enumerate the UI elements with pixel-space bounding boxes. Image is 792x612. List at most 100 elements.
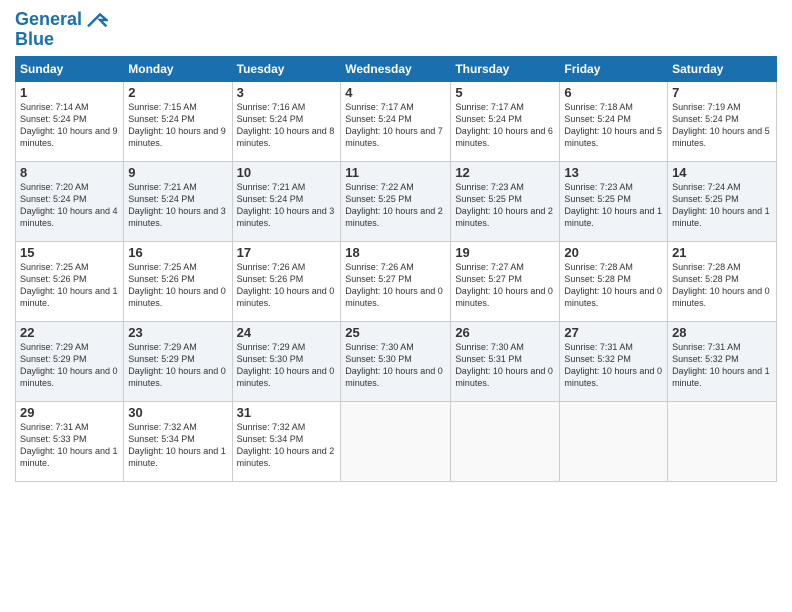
calendar-cell: 24 Sunrise: 7:29 AMSunset: 5:30 PMDaylig…	[232, 321, 341, 401]
calendar-week-1: 1 Sunrise: 7:14 AMSunset: 5:24 PMDayligh…	[16, 81, 777, 161]
day-info: Sunrise: 7:19 AMSunset: 5:24 PMDaylight:…	[672, 102, 770, 148]
day-info: Sunrise: 7:23 AMSunset: 5:25 PMDaylight:…	[455, 182, 553, 228]
calendar-cell: 30 Sunrise: 7:32 AMSunset: 5:34 PMDaylig…	[124, 401, 232, 481]
calendar-week-4: 22 Sunrise: 7:29 AMSunset: 5:29 PMDaylig…	[16, 321, 777, 401]
calendar-cell	[668, 401, 777, 481]
day-info: Sunrise: 7:30 AMSunset: 5:31 PMDaylight:…	[455, 342, 553, 388]
calendar-cell: 28 Sunrise: 7:31 AMSunset: 5:32 PMDaylig…	[668, 321, 777, 401]
calendar-cell: 14 Sunrise: 7:24 AMSunset: 5:25 PMDaylig…	[668, 161, 777, 241]
day-info: Sunrise: 7:31 AMSunset: 5:32 PMDaylight:…	[564, 342, 662, 388]
day-number: 1	[20, 85, 119, 100]
day-info: Sunrise: 7:31 AMSunset: 5:33 PMDaylight:…	[20, 422, 118, 468]
day-number: 6	[564, 85, 663, 100]
calendar-cell: 22 Sunrise: 7:29 AMSunset: 5:29 PMDaylig…	[16, 321, 124, 401]
day-info: Sunrise: 7:29 AMSunset: 5:30 PMDaylight:…	[237, 342, 335, 388]
calendar-cell: 27 Sunrise: 7:31 AMSunset: 5:32 PMDaylig…	[560, 321, 668, 401]
day-number: 2	[128, 85, 227, 100]
day-number: 18	[345, 245, 446, 260]
calendar-table: SundayMondayTuesdayWednesdayThursdayFrid…	[15, 56, 777, 482]
day-number: 21	[672, 245, 772, 260]
day-number: 24	[237, 325, 337, 340]
day-info: Sunrise: 7:29 AMSunset: 5:29 PMDaylight:…	[20, 342, 118, 388]
day-info: Sunrise: 7:21 AMSunset: 5:24 PMDaylight:…	[128, 182, 226, 228]
calendar-cell: 3 Sunrise: 7:16 AMSunset: 5:24 PMDayligh…	[232, 81, 341, 161]
header-tuesday: Tuesday	[232, 56, 341, 81]
day-info: Sunrise: 7:14 AMSunset: 5:24 PMDaylight:…	[20, 102, 118, 148]
day-number: 17	[237, 245, 337, 260]
header: General Blue	[15, 10, 777, 50]
day-info: Sunrise: 7:21 AMSunset: 5:24 PMDaylight:…	[237, 182, 335, 228]
day-number: 3	[237, 85, 337, 100]
day-number: 11	[345, 165, 446, 180]
day-info: Sunrise: 7:17 AMSunset: 5:24 PMDaylight:…	[455, 102, 553, 148]
day-info: Sunrise: 7:26 AMSunset: 5:26 PMDaylight:…	[237, 262, 335, 308]
calendar-cell: 4 Sunrise: 7:17 AMSunset: 5:24 PMDayligh…	[341, 81, 451, 161]
calendar-week-5: 29 Sunrise: 7:31 AMSunset: 5:33 PMDaylig…	[16, 401, 777, 481]
header-monday: Monday	[124, 56, 232, 81]
day-number: 16	[128, 245, 227, 260]
calendar-cell	[560, 401, 668, 481]
day-number: 8	[20, 165, 119, 180]
day-info: Sunrise: 7:25 AMSunset: 5:26 PMDaylight:…	[20, 262, 118, 308]
calendar-cell: 5 Sunrise: 7:17 AMSunset: 5:24 PMDayligh…	[451, 81, 560, 161]
calendar-cell: 13 Sunrise: 7:23 AMSunset: 5:25 PMDaylig…	[560, 161, 668, 241]
calendar-cell: 19 Sunrise: 7:27 AMSunset: 5:27 PMDaylig…	[451, 241, 560, 321]
day-number: 29	[20, 405, 119, 420]
calendar-cell: 15 Sunrise: 7:25 AMSunset: 5:26 PMDaylig…	[16, 241, 124, 321]
calendar-cell: 18 Sunrise: 7:26 AMSunset: 5:27 PMDaylig…	[341, 241, 451, 321]
calendar-cell: 9 Sunrise: 7:21 AMSunset: 5:24 PMDayligh…	[124, 161, 232, 241]
calendar-cell: 16 Sunrise: 7:25 AMSunset: 5:26 PMDaylig…	[124, 241, 232, 321]
logo-text: General	[15, 10, 82, 30]
day-info: Sunrise: 7:27 AMSunset: 5:27 PMDaylight:…	[455, 262, 553, 308]
calendar-cell: 10 Sunrise: 7:21 AMSunset: 5:24 PMDaylig…	[232, 161, 341, 241]
day-info: Sunrise: 7:31 AMSunset: 5:32 PMDaylight:…	[672, 342, 770, 388]
calendar-cell	[341, 401, 451, 481]
day-number: 22	[20, 325, 119, 340]
header-wednesday: Wednesday	[341, 56, 451, 81]
day-number: 30	[128, 405, 227, 420]
logo: General Blue	[15, 10, 108, 50]
calendar-page: General Blue SundayMondayTuesdayWednesda…	[0, 0, 792, 612]
calendar-cell: 29 Sunrise: 7:31 AMSunset: 5:33 PMDaylig…	[16, 401, 124, 481]
calendar-cell: 1 Sunrise: 7:14 AMSunset: 5:24 PMDayligh…	[16, 81, 124, 161]
day-number: 9	[128, 165, 227, 180]
calendar-cell: 25 Sunrise: 7:30 AMSunset: 5:30 PMDaylig…	[341, 321, 451, 401]
calendar-cell: 6 Sunrise: 7:18 AMSunset: 5:24 PMDayligh…	[560, 81, 668, 161]
day-number: 31	[237, 405, 337, 420]
header-thursday: Thursday	[451, 56, 560, 81]
calendar-week-3: 15 Sunrise: 7:25 AMSunset: 5:26 PMDaylig…	[16, 241, 777, 321]
day-number: 28	[672, 325, 772, 340]
day-number: 14	[672, 165, 772, 180]
day-number: 23	[128, 325, 227, 340]
day-info: Sunrise: 7:18 AMSunset: 5:24 PMDaylight:…	[564, 102, 662, 148]
day-number: 26	[455, 325, 555, 340]
day-number: 13	[564, 165, 663, 180]
header-friday: Friday	[560, 56, 668, 81]
day-info: Sunrise: 7:25 AMSunset: 5:26 PMDaylight:…	[128, 262, 226, 308]
day-number: 12	[455, 165, 555, 180]
calendar-cell: 23 Sunrise: 7:29 AMSunset: 5:29 PMDaylig…	[124, 321, 232, 401]
day-number: 20	[564, 245, 663, 260]
day-number: 27	[564, 325, 663, 340]
calendar-cell	[451, 401, 560, 481]
calendar-cell: 7 Sunrise: 7:19 AMSunset: 5:24 PMDayligh…	[668, 81, 777, 161]
header-saturday: Saturday	[668, 56, 777, 81]
calendar-cell: 17 Sunrise: 7:26 AMSunset: 5:26 PMDaylig…	[232, 241, 341, 321]
day-info: Sunrise: 7:32 AMSunset: 5:34 PMDaylight:…	[128, 422, 226, 468]
logo-text2: Blue	[15, 30, 108, 50]
day-info: Sunrise: 7:16 AMSunset: 5:24 PMDaylight:…	[237, 102, 335, 148]
calendar-header-row: SundayMondayTuesdayWednesdayThursdayFrid…	[16, 56, 777, 81]
calendar-cell: 20 Sunrise: 7:28 AMSunset: 5:28 PMDaylig…	[560, 241, 668, 321]
calendar-cell: 26 Sunrise: 7:30 AMSunset: 5:31 PMDaylig…	[451, 321, 560, 401]
calendar-cell: 31 Sunrise: 7:32 AMSunset: 5:34 PMDaylig…	[232, 401, 341, 481]
day-info: Sunrise: 7:30 AMSunset: 5:30 PMDaylight:…	[345, 342, 443, 388]
day-info: Sunrise: 7:28 AMSunset: 5:28 PMDaylight:…	[564, 262, 662, 308]
day-info: Sunrise: 7:29 AMSunset: 5:29 PMDaylight:…	[128, 342, 226, 388]
day-info: Sunrise: 7:20 AMSunset: 5:24 PMDaylight:…	[20, 182, 118, 228]
day-number: 19	[455, 245, 555, 260]
calendar-cell: 8 Sunrise: 7:20 AMSunset: 5:24 PMDayligh…	[16, 161, 124, 241]
day-info: Sunrise: 7:24 AMSunset: 5:25 PMDaylight:…	[672, 182, 770, 228]
calendar-cell: 12 Sunrise: 7:23 AMSunset: 5:25 PMDaylig…	[451, 161, 560, 241]
day-info: Sunrise: 7:32 AMSunset: 5:34 PMDaylight:…	[237, 422, 335, 468]
calendar-cell: 11 Sunrise: 7:22 AMSunset: 5:25 PMDaylig…	[341, 161, 451, 241]
